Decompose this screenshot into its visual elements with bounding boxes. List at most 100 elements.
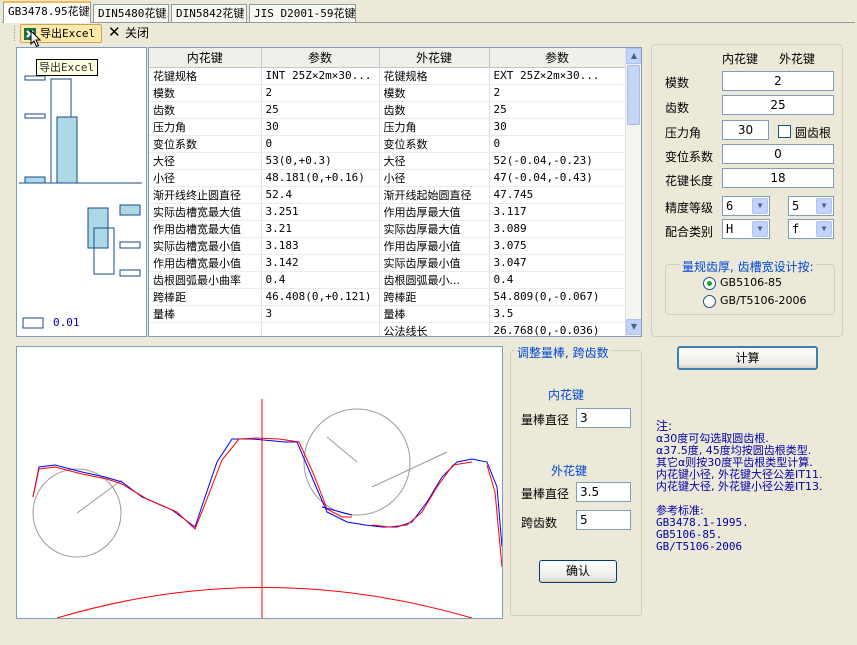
shift-label: 变位系数 <box>665 150 714 164</box>
table-row[interactable]: 实际齿槽宽最小值 3.183 作用齿厚最小值 3.075 <box>149 237 626 255</box>
scroll-up-icon[interactable]: ▲ <box>626 48 641 64</box>
chevron-down-icon[interactable]: ▼ <box>752 221 768 237</box>
table-cell-name: 实际齿槽宽最大值 <box>149 203 262 221</box>
teeth-input[interactable]: 25 <box>722 95 834 115</box>
close-icon: ✕ <box>108 23 121 41</box>
table-cell-value: 54.809(0,-0.067) <box>489 288 626 306</box>
table-cell-value: 25 <box>489 101 626 119</box>
table-row[interactable]: 公法线长 26.768(0,-0.036) <box>149 322 626 336</box>
fit-external-select[interactable]: f ▼ <box>788 219 834 239</box>
table-row[interactable]: 变位系数 0 变位系数 0 <box>149 135 626 153</box>
table-row[interactable]: 渐开线终止圆直径 52.4 渐开线起始圆直径 47.745 <box>149 186 626 204</box>
table-row[interactable]: 作用齿槽宽最大值 3.21 实际齿厚最大值 3.089 <box>149 220 626 238</box>
tab-din5842[interactable]: DIN5842花键 <box>171 4 247 23</box>
table-row[interactable]: 小径 48.181(0,+0.16) 小径 47(-0.04,-0.43) <box>149 169 626 187</box>
accuracy-label: 精度等级 <box>665 201 714 215</box>
mouse-cursor-icon <box>30 30 42 48</box>
external-pin-input[interactable]: 3.5 <box>576 482 631 502</box>
fit-label: 配合类别 <box>665 225 714 239</box>
table-row[interactable]: 压力角 30 压力角 30 <box>149 118 626 136</box>
pressure-angle-input[interactable]: 30 <box>722 120 769 140</box>
table-row[interactable]: 跨棒距 46.408(0,+0.121) 跨棒距 54.809(0,-0.067) <box>149 288 626 306</box>
round-root-checkbox[interactable] <box>778 125 791 138</box>
standard-option1-label: GB5106-85 <box>720 276 783 289</box>
table-cell-value: INT 25Z×2m×30... <box>261 67 380 85</box>
table-row[interactable]: 作用齿槽宽最小值 3.142 实际齿厚最小值 3.047 <box>149 254 626 272</box>
table-cell-name: 实际齿厚最小值 <box>379 254 490 272</box>
tab-strip-divider <box>2 22 855 23</box>
table-cell-value: 2 <box>261 84 380 102</box>
table-row[interactable]: 模数 2 模数 2 <box>149 84 626 102</box>
tooth-profile-drawing <box>32 399 502 618</box>
table-cell-value: 52.4 <box>261 186 380 204</box>
tab-jis-d2001[interactable]: JIS D2001-59花键 <box>249 4 356 23</box>
adjust-group-title: 调整量棒, 跨齿数 <box>515 344 611 361</box>
confirm-button[interactable]: 确认 <box>539 560 617 583</box>
accuracy-internal-select[interactable]: 6 ▼ <box>722 196 770 216</box>
fit-external-value: f <box>792 222 800 236</box>
results-table[interactable]: 内花键 参数 外花键 参数 花键规格 INT 25Z×2m×30... 花键规格 EX… <box>148 47 642 337</box>
table-cell-value: 26.768(0,-0.036) <box>489 322 626 336</box>
toolbar-grip <box>14 26 17 41</box>
table-cell-value: 3.089 <box>489 220 626 238</box>
table-cell-name: 模数 <box>149 84 262 102</box>
table-scrollbar[interactable]: ▲ ▼ <box>625 48 641 336</box>
scroll-thumb[interactable] <box>627 65 640 125</box>
table-cell-value: 3.251 <box>261 203 380 221</box>
tab-din5480[interactable]: DIN5480花键 <box>93 4 169 23</box>
shift-input[interactable]: 0 <box>722 144 834 164</box>
length-label: 花键长度 <box>665 174 714 188</box>
accuracy-internal-value: 6 <box>726 199 734 213</box>
chevron-down-icon[interactable]: ▼ <box>816 198 832 214</box>
accuracy-external-select[interactable]: 5 ▼ <box>788 196 834 216</box>
standard-option1-radio[interactable] <box>703 277 716 290</box>
standard-group: 量规齿厚, 齿槽宽设计按: GB5106-85 GB/T5106-2006 <box>665 258 835 315</box>
table-cell-value: 47(-0.04,-0.43) <box>489 169 626 187</box>
table-cell-value: 25 <box>261 101 380 119</box>
params-col-internal: 内花键 <box>722 52 759 66</box>
close-button[interactable]: ✕ 关闭 <box>108 23 152 43</box>
table-cell-value: 46.408(0,+0.121) <box>261 288 380 306</box>
table-cell-value: 2 <box>489 84 626 102</box>
table-row[interactable]: 齿根圆弧最小曲率 0.4 齿根圆弧最小... 0.4 <box>149 271 626 289</box>
standard-option2-radio[interactable] <box>703 295 716 308</box>
adjust-internal-title: 内花键 <box>548 388 585 402</box>
scroll-down-icon[interactable]: ▼ <box>626 319 641 335</box>
chevron-down-icon[interactable]: ▼ <box>752 198 768 214</box>
table-row[interactable]: 花键规格 INT 25Z×2m×30... 花键规格 EXT 25Z×2m×30... <box>149 67 626 85</box>
fit-internal-select[interactable]: H ▼ <box>722 219 770 239</box>
module-input[interactable]: 2 <box>722 71 834 91</box>
internal-pin-input[interactable]: 3 <box>576 408 631 428</box>
table-row[interactable]: 实际齿槽宽最大值 3.251 作用齿厚最大值 3.117 <box>149 203 626 221</box>
table-cell-value: 3.075 <box>489 237 626 255</box>
teeth-label: 齿数 <box>665 101 690 115</box>
table-cell-name: 小径 <box>379 169 490 187</box>
internal-pin-label: 量棒直径 <box>521 413 570 427</box>
length-input[interactable]: 18 <box>722 168 834 188</box>
table-cell-name: 齿根圆弧最小... <box>379 271 490 289</box>
table-header-row: 内花键 参数 外花键 参数 <box>149 48 626 68</box>
chevron-down-icon[interactable]: ▼ <box>816 221 832 237</box>
table-cell-value: 47.745 <box>489 186 626 204</box>
table-cell-value: 0.4 <box>261 271 380 289</box>
notes-title: 注: <box>656 419 673 433</box>
table-cell-value: 3.142 <box>261 254 380 272</box>
table-cell-name: 压力角 <box>149 118 262 136</box>
table-cell-name: 大径 <box>379 152 490 170</box>
table-cell-name: 大径 <box>149 152 262 170</box>
table-cell-value: 0.4 <box>489 271 626 289</box>
table-cell-value: 0 <box>261 135 380 153</box>
table-row[interactable]: 量棒 3 量棒 3.5 <box>149 305 626 323</box>
tooth-profile-canvas <box>16 346 503 619</box>
tab-gb3478[interactable]: GB3478.95花键 <box>3 1 91 23</box>
accuracy-external-value: 5 <box>792 199 800 213</box>
spline-preview: 0.01 <box>16 47 147 337</box>
table-row[interactable]: 大径 53(0,+0.3) 大径 52(-0.04,-0.23) <box>149 152 626 170</box>
calculate-button[interactable]: 计算 <box>677 346 818 370</box>
span-teeth-input[interactable]: 5 <box>576 510 631 530</box>
module-label: 模数 <box>665 76 690 90</box>
table-cell-name: 量棒 <box>149 305 262 323</box>
table-cell-name: 模数 <box>379 84 490 102</box>
table-cell-name: 跨棒距 <box>379 288 490 306</box>
table-row[interactable]: 齿数 25 齿数 25 <box>149 101 626 119</box>
